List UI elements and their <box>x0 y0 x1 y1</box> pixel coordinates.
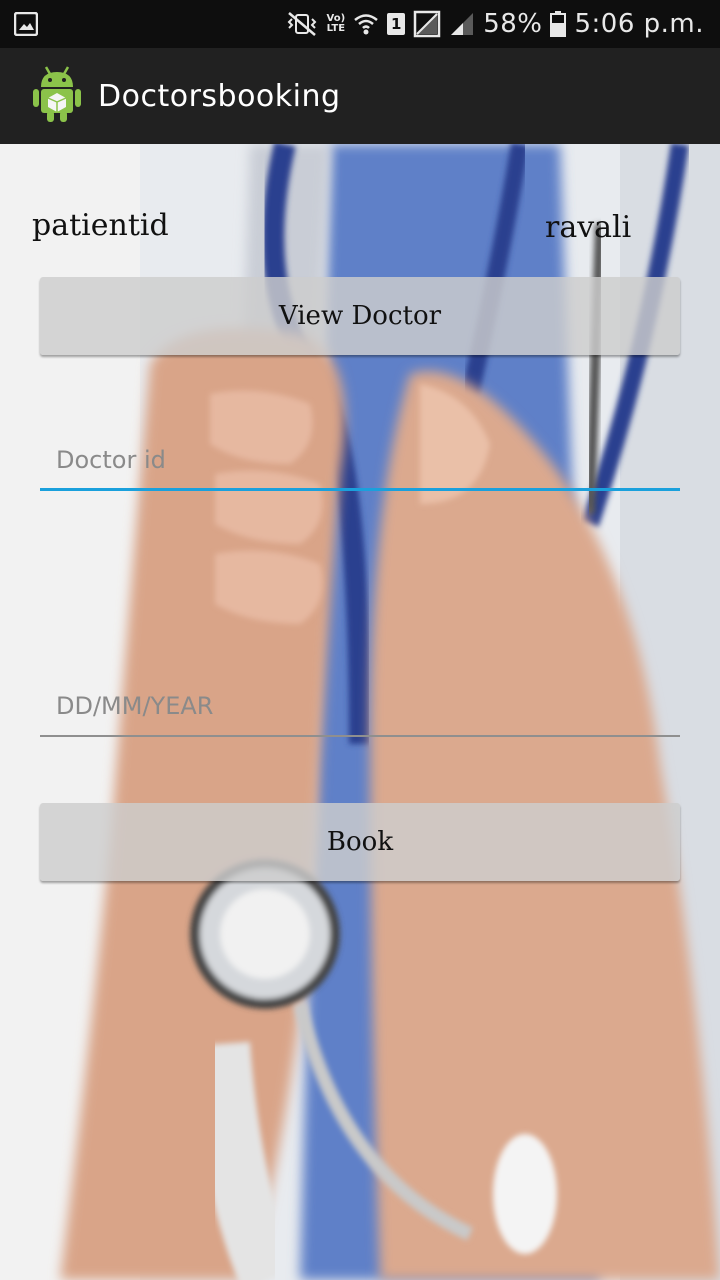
status-icons: Vo) LTE 1 58% 5:06 p.m. <box>285 0 704 48</box>
gallery-icon <box>13 11 39 40</box>
book-button[interactable]: Book <box>40 803 680 881</box>
battery-icon <box>550 11 567 37</box>
doctor-id-input[interactable] <box>40 431 680 488</box>
wifi-icon <box>353 11 379 37</box>
volte-icon: Vo) LTE <box>327 14 346 34</box>
view-doctor-button[interactable]: View Doctor <box>40 277 680 355</box>
main-content: patientid ravali View Doctor Book <box>0 144 720 1280</box>
mute-vibrate-icon <box>285 11 319 37</box>
date-field <box>40 677 680 737</box>
app-bar: Doctorsbooking <box>0 48 720 144</box>
date-input[interactable] <box>40 677 680 735</box>
app-title: Doctorsbooking <box>98 78 341 114</box>
status-bar: Vo) LTE 1 58% 5:06 p.m. <box>0 0 720 48</box>
sim-1-icon: 1 <box>387 13 406 35</box>
patient-id-label: patientid <box>32 208 169 243</box>
clock: 5:06 p.m. <box>574 9 704 39</box>
battery-percent: 58% <box>483 9 543 39</box>
signal-sim2-icon <box>413 10 441 38</box>
volte-line2: LTE <box>326 23 346 34</box>
patient-name-value: ravali <box>545 210 632 245</box>
doctor-id-field <box>40 431 680 491</box>
signal-sim1-icon <box>449 11 475 37</box>
android-icon <box>32 65 82 127</box>
